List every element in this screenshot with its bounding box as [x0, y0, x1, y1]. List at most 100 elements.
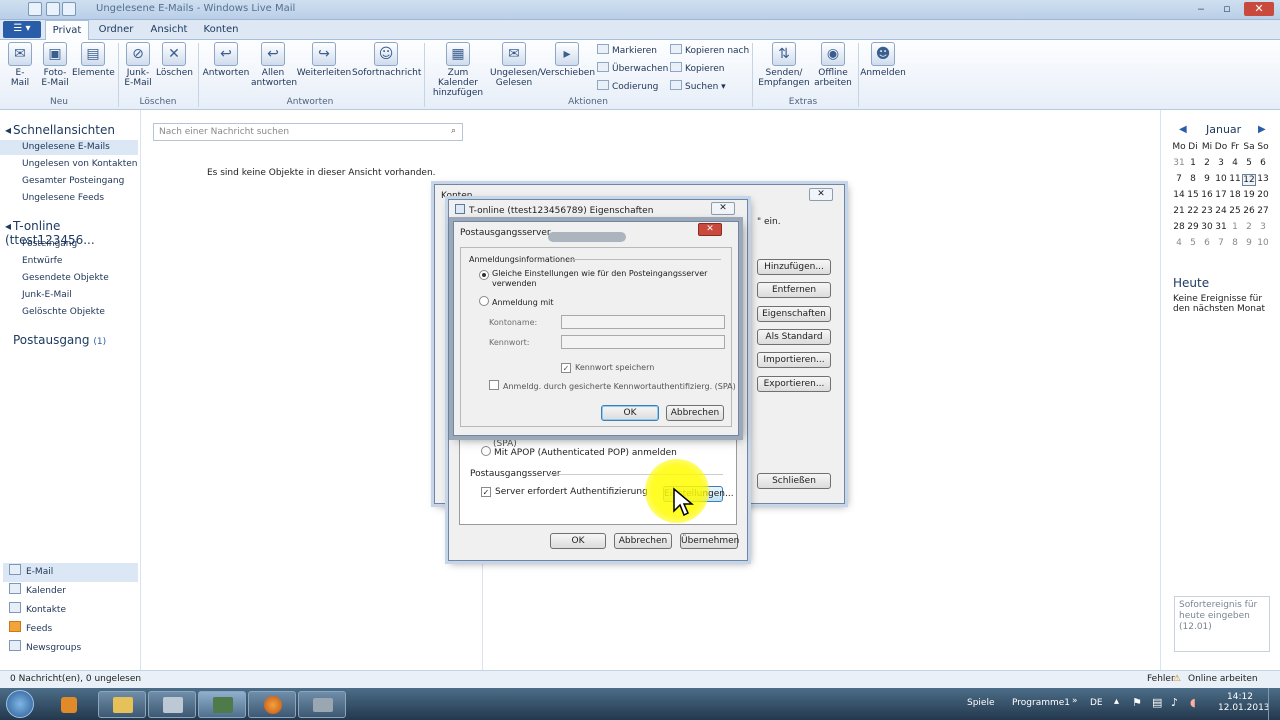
- calendar-day[interactable]: 3: [1214, 158, 1228, 168]
- network-tray-icon[interactable]: ▤: [1152, 696, 1162, 709]
- media-player-task[interactable]: [46, 691, 90, 718]
- properties-cancel-button[interactable]: Abbrechen: [614, 533, 672, 549]
- quick-event-input[interactable]: Sofortereignis für heute eingeben (12.01…: [1174, 596, 1270, 652]
- calendar-day[interactable]: 23: [1200, 206, 1214, 216]
- calendar-day[interactable]: 3: [1256, 222, 1270, 232]
- folder-drafts[interactable]: Entwürfe: [22, 256, 62, 266]
- calendar-day[interactable]: 30: [1200, 222, 1214, 232]
- calendar-day[interactable]: 5: [1186, 238, 1200, 248]
- mail-icon[interactable]: [28, 2, 42, 16]
- calendar-day[interactable]: 19: [1242, 190, 1256, 200]
- save-password-checkbox[interactable]: ✓: [561, 363, 571, 373]
- power-tray-icon[interactable]: ◖: [1190, 696, 1196, 709]
- firefox-task[interactable]: [248, 691, 296, 718]
- calendar-grid[interactable]: Mo Di Mi Do Fr Sa So 31 1 2 3 4 5 6 7 8 9 10 11 12 13…: [1172, 142, 1280, 252]
- language-indicator[interactable]: DE: [1090, 698, 1103, 708]
- tab-konten[interactable]: Konten: [198, 20, 244, 40]
- same-settings-option[interactable]: Gleiche Einstellungen wie für den Postei…: [479, 269, 719, 289]
- add-account-button[interactable]: Hinzufügen...: [757, 259, 831, 275]
- calendar-day[interactable]: 18: [1228, 190, 1242, 200]
- account-properties-button[interactable]: Eigenschaften: [757, 306, 831, 322]
- maximize-icon[interactable]: ▫: [1216, 2, 1238, 16]
- calendar-day[interactable]: 27: [1256, 206, 1270, 216]
- calendar-day[interactable]: 6: [1256, 158, 1270, 168]
- online-status[interactable]: Online arbeiten: [1188, 671, 1258, 688]
- next-month-icon[interactable]: ▶: [1258, 124, 1266, 135]
- calendar-day[interactable]: 29: [1186, 222, 1200, 232]
- forward-button[interactable]: ↪ Weiterleiten: [296, 42, 352, 78]
- search-input[interactable]: Nach einer Nachricht suchen ⌕: [153, 123, 463, 141]
- calendar-day[interactable]: 8: [1228, 238, 1242, 248]
- unread-read-button[interactable]: ✉ Ungelesen/ Gelesen: [488, 42, 541, 88]
- calendar-day[interactable]: 5: [1242, 158, 1256, 168]
- properties-close-icon[interactable]: ✕: [711, 202, 735, 215]
- calendar-day[interactable]: 31: [1214, 222, 1228, 232]
- work-offline-button[interactable]: ◉ Offline arbeiten: [812, 42, 854, 88]
- calendar-day[interactable]: 21: [1172, 206, 1186, 216]
- quick-views-header[interactable]: ◂ Schnellansichten: [5, 123, 115, 137]
- encoding-button[interactable]: Codierung: [597, 80, 658, 92]
- calendar-day[interactable]: 22: [1186, 206, 1200, 216]
- copy-button[interactable]: Kopieren: [670, 62, 724, 74]
- properties-ok-button[interactable]: OK: [550, 533, 606, 549]
- calendar-day[interactable]: 12: [1242, 174, 1256, 186]
- calendar-day[interactable]: 11: [1228, 174, 1242, 184]
- smtp-ok-button[interactable]: OK: [601, 405, 659, 421]
- reply-icon[interactable]: [62, 2, 76, 16]
- move-button[interactable]: ▸ Verschieben: [540, 42, 595, 78]
- smtp-cancel-button[interactable]: Abbrechen: [666, 405, 724, 421]
- instant-message-button[interactable]: ☺ Sofortnachricht: [352, 42, 421, 78]
- explorer-task[interactable]: [98, 691, 146, 718]
- tray-expand-icon[interactable]: ▴: [1114, 696, 1119, 707]
- export-button[interactable]: Exportieren...: [757, 376, 831, 392]
- nav-calendar[interactable]: Kalender: [3, 582, 66, 601]
- same-settings-radio[interactable]: [479, 270, 489, 280]
- nav-contacts[interactable]: Kontakte: [3, 601, 66, 620]
- import-button[interactable]: Importieren...: [757, 352, 831, 368]
- calendar-day[interactable]: 14: [1172, 190, 1186, 200]
- prev-month-icon[interactable]: ◀: [1179, 124, 1187, 135]
- photo-email-button[interactable]: ▣ Foto-E-Mail: [38, 42, 72, 88]
- reply-button[interactable]: ↩ Antworten: [202, 42, 250, 78]
- calendar-day[interactable]: 10: [1214, 174, 1228, 184]
- recorder-task[interactable]: [298, 691, 346, 718]
- tab-privat[interactable]: Privat: [45, 20, 89, 41]
- calendar-day[interactable]: 7: [1214, 238, 1228, 248]
- calendar-day[interactable]: 31: [1172, 158, 1186, 168]
- errors-status[interactable]: Fehler: [1147, 671, 1175, 688]
- save-icon[interactable]: [46, 2, 60, 16]
- copy-to-button[interactable]: Kopieren nach: [670, 44, 749, 56]
- apop-option[interactable]: Mit APOP (Authenticated POP) anmelden: [481, 446, 677, 458]
- calendar-day[interactable]: 28: [1172, 222, 1186, 232]
- smtp-close-icon[interactable]: ✕: [698, 223, 722, 236]
- calendar-day[interactable]: 20: [1256, 190, 1270, 200]
- remove-account-button[interactable]: Entfernen: [757, 282, 831, 298]
- start-button[interactable]: [6, 690, 34, 718]
- flag-button[interactable]: Markieren: [597, 44, 657, 56]
- screenshot-task[interactable]: [148, 691, 196, 718]
- watch-button[interactable]: Überwachen: [597, 62, 668, 74]
- folder-outbox[interactable]: Postausgang (1): [13, 333, 106, 347]
- toolbar-expand-icon[interactable]: »: [1072, 696, 1078, 706]
- calendar-day[interactable]: 17: [1214, 190, 1228, 200]
- accounts-close-button[interactable]: Schließen: [757, 473, 831, 489]
- sign-in-button[interactable]: ☻ Anmelden: [860, 42, 906, 78]
- calendar-day[interactable]: 4: [1228, 158, 1242, 168]
- reply-all-button[interactable]: ↩ Allen antworten: [250, 42, 297, 88]
- volume-tray-icon[interactable]: ♪: [1171, 696, 1178, 709]
- nav-feeds[interactable]: Feeds: [3, 620, 52, 639]
- calendar-day[interactable]: 9: [1200, 174, 1214, 184]
- windows-live-mail-task[interactable]: [198, 691, 246, 718]
- calendar-day[interactable]: 13: [1256, 174, 1270, 184]
- accounts-close-icon[interactable]: ✕: [809, 188, 833, 201]
- calendar-day[interactable]: 7: [1172, 174, 1186, 184]
- set-default-button[interactable]: Als Standard: [757, 329, 831, 345]
- login-with-radio[interactable]: [479, 296, 489, 306]
- folder-unread-feeds[interactable]: Ungelesene Feeds: [22, 193, 104, 203]
- apop-radio[interactable]: [481, 446, 491, 456]
- new-items-button[interactable]: ▤ Elemente: [72, 42, 115, 78]
- password-field[interactable]: [561, 335, 725, 349]
- close-icon[interactable]: ✕: [1244, 2, 1274, 16]
- tab-ordner[interactable]: Ordner: [95, 20, 137, 40]
- programs-toolbar[interactable]: Programme1: [1012, 698, 1070, 708]
